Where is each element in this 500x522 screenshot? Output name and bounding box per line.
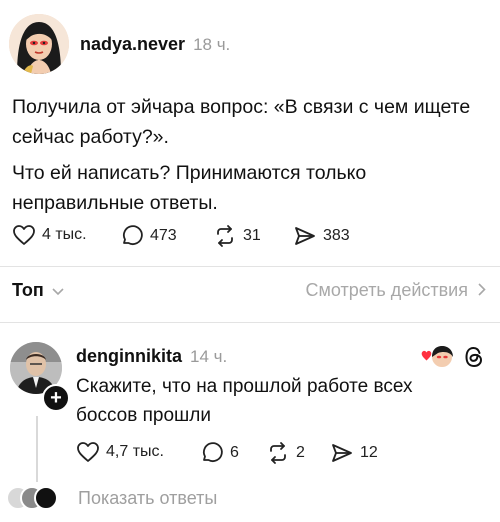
comment-bubble-icon bbox=[200, 441, 224, 465]
chevron-right-icon bbox=[478, 280, 486, 301]
reply-repost-button[interactable]: 2 bbox=[266, 441, 305, 465]
author-username[interactable]: nadya.never bbox=[80, 34, 185, 55]
repost-count: 31 bbox=[243, 227, 261, 244]
replier-avatars bbox=[6, 486, 70, 510]
repost-icon bbox=[266, 441, 290, 465]
post-text-paragraph-2: Что ей написать? Принимаются только непр… bbox=[12, 162, 367, 214]
author-avatar[interactable] bbox=[9, 14, 69, 74]
liked-by-author-icon bbox=[420, 343, 456, 371]
send-icon bbox=[293, 224, 317, 248]
repost-icon bbox=[213, 224, 237, 248]
thread-line bbox=[36, 416, 38, 482]
post-timestamp: 18 ч. bbox=[193, 35, 231, 54]
replier-avatar bbox=[34, 486, 58, 510]
post-text-paragraph-1: Получила от эйчара вопрос: «В связи с че… bbox=[12, 96, 471, 148]
like-button[interactable]: 4 тыс. bbox=[12, 224, 87, 246]
follow-button[interactable]: + bbox=[42, 384, 70, 412]
replies-sort-bar: Топ Смотреть действия bbox=[12, 280, 486, 301]
share-button[interactable]: 383 bbox=[293, 224, 350, 248]
like-count: 4 тыс. bbox=[42, 226, 87, 243]
send-icon bbox=[330, 441, 354, 465]
reply-repost-count: 2 bbox=[296, 444, 305, 461]
reply-share-button[interactable]: 12 bbox=[330, 441, 378, 465]
share-count: 383 bbox=[323, 227, 350, 244]
reply-share-count: 12 bbox=[360, 444, 378, 461]
view-activity-label: Смотреть действия bbox=[305, 280, 468, 300]
comment-bubble-icon bbox=[120, 224, 144, 248]
divider bbox=[0, 322, 500, 323]
reply-like-count: 4,7 тыс. bbox=[106, 443, 164, 460]
reply-comment-count: 6 bbox=[230, 444, 239, 461]
author-avatar-illustration bbox=[9, 14, 69, 74]
reply-comment-button[interactable]: 6 bbox=[200, 441, 239, 465]
chevron-down-icon bbox=[52, 280, 64, 301]
comment-button[interactable]: 473 bbox=[120, 224, 177, 248]
comment-count: 473 bbox=[150, 227, 177, 244]
sort-label: Топ bbox=[12, 280, 44, 300]
heart-icon bbox=[12, 224, 36, 246]
threads-logo-icon[interactable] bbox=[462, 344, 486, 375]
view-activity-link[interactable]: Смотреть действия bbox=[306, 280, 486, 301]
sort-dropdown[interactable]: Топ bbox=[12, 280, 64, 301]
heart-icon bbox=[76, 441, 100, 463]
reply-username[interactable]: denginnikita bbox=[76, 346, 182, 367]
reply-like-button[interactable]: 4,7 тыс. bbox=[76, 441, 164, 463]
plus-icon: + bbox=[50, 387, 62, 409]
repost-button[interactable]: 31 bbox=[213, 224, 261, 248]
reply-text: Скажите, что на прошлой работе всех босс… bbox=[76, 376, 413, 426]
divider bbox=[0, 266, 500, 267]
show-replies-link[interactable]: Показать ответы bbox=[78, 488, 217, 509]
reply-timestamp: 14 ч. bbox=[190, 347, 228, 366]
